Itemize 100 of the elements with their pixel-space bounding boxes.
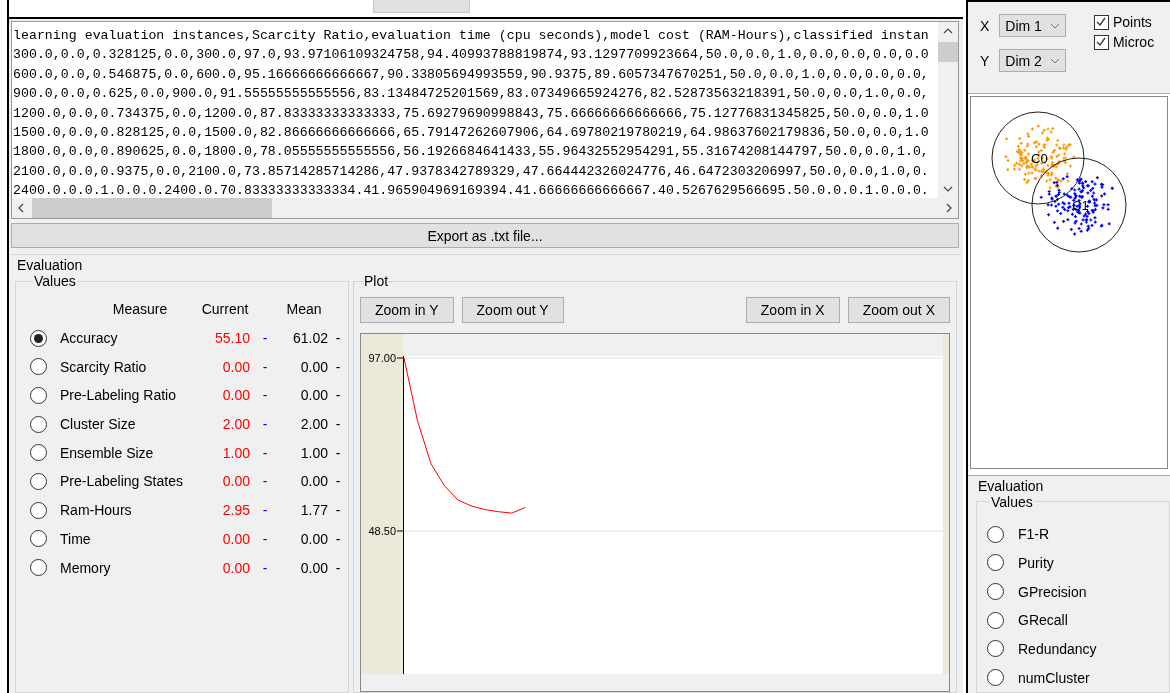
radio-button[interactable] [30,530,47,548]
export-button[interactable]: Export as .txt file... [11,223,959,248]
measure-label: Pre-Labeling Ratio [60,387,177,404]
group-title: Plot [363,273,390,289]
y-tick-label: 48.50 [368,525,396,537]
checkbox[interactable] [1093,14,1109,30]
current-value: 2.95 [221,502,250,519]
checkbox-label: Microc [1112,34,1155,50]
radio-button[interactable] [987,554,1004,572]
mean-value: 0.00 [299,530,328,547]
group-title: Values [990,493,1034,510]
mean-value: 1.00 [299,444,328,461]
mean-value: 0.00 [299,358,328,375]
csv-line: 300.0,0.0,0.328125,0.0,300.0,97.0,93.97106109324758,94.40993788819874,93.1297709923664,50.0,0.0,1.0,0.0,0.0,0.0,0.0 [12,46,930,65]
group-title: Values [33,273,77,289]
measure-label: Time [60,530,92,547]
separator-dash: - [261,387,269,404]
separator-dash: - [261,416,269,433]
current-value: 0.00 [221,530,250,547]
separator-dash: - [334,444,342,461]
measure-label: Ensemble Size [60,444,155,461]
mean-value: 0.00 [299,387,328,404]
measure-label: Redundancy [1018,640,1097,657]
current-value: 0.00 [221,358,250,375]
radio-button[interactable] [987,669,1004,687]
axis-label: X [980,17,990,34]
zoom-button[interactable]: Zoom out Y [461,297,564,323]
separator-dash: - [334,416,342,433]
separator-dash: - [261,473,269,490]
mean-value: 61.02 [291,330,328,347]
zoom-button[interactable]: Zoom out X [847,297,950,323]
checkbox[interactable] [1093,34,1109,50]
separator-dash: - [261,530,269,547]
separator-dash: - [334,358,342,375]
separator-dash: - [334,330,342,347]
checkbox-label: Points [1112,14,1152,30]
measure-label: Cluster Size [60,416,137,433]
separator-dash: - [334,387,342,404]
separator-dash: - [261,559,269,576]
csv-line: 1800.0,0.0,0.890625,0.0,1800.0,78.05555555555556,56.1926684641433,55.96432552954291,55.31674208144797,50.0,0.0,1.0, [12,143,930,162]
zoom-button[interactable]: Zoom in Y [360,297,454,323]
current-value: 0.00 [221,387,250,404]
radio-button[interactable] [30,472,47,490]
scroll-thumb[interactable] [938,42,958,62]
current-value: 0.00 [221,559,250,576]
csv-line: 2400.0.0.0.1.0.0.0.2400.0.70.83333333333334.41.965904969169394.41.66666666666667.40.5267629566695.50.0.0.0.1.0.0.0. [12,182,930,198]
separator-dash: - [261,444,269,461]
column-header: Measure [111,301,169,318]
dropdown[interactable]: Dim 1 [999,14,1066,37]
radio-button[interactable] [30,501,47,519]
mean-value: 0.00 [299,473,328,490]
section-title: Evaluation [16,257,84,273]
measure-label: F1-R [1018,526,1050,543]
column-header: Mean [285,301,323,318]
zoom-button[interactable]: Zoom in X [745,297,840,323]
separator-dash: - [261,502,269,519]
axis-label: Y [980,52,990,69]
dropdown[interactable]: Dim 2 [999,49,1066,72]
y-tick-label: 97.00 [368,352,396,364]
radio-button[interactable] [987,525,1004,543]
separator-dash: - [334,559,342,576]
section-title: Evaluation [977,477,1045,494]
radio-button[interactable] [987,611,1004,629]
radio-button[interactable] [30,415,47,433]
vertical-scrollbar[interactable] [938,22,958,198]
measure-label: Pre-Labeling States [60,473,184,490]
scroll-thumb[interactable] [32,198,272,218]
caret-icon [1049,22,1060,29]
measure-label: Scarcity Ratio [60,358,148,375]
separator-dash: - [261,358,269,375]
csv-line: 1200.0,0.0,0.734375,0.0,1200.0,87.83333333333333,75.69279690998843,75.66666666666666,75.12776831345825,50.0,0.0,1.0 [12,104,930,123]
radio-button[interactable] [987,583,1004,601]
measure-label: Ram-Hours [60,502,133,519]
radio-button[interactable] [30,386,47,404]
radio-button[interactable] [30,559,47,577]
output-text-area[interactable] [11,21,959,219]
mean-value: 0.00 [299,559,328,576]
measure-label: Purity [1018,554,1054,571]
radio-button[interactable] [987,640,1004,658]
measure-label: GPrecision [1018,583,1087,600]
measure-label: Accuracy [60,330,119,347]
measure-label: numCluster [1018,669,1090,686]
current-value: 2.00 [221,416,250,433]
mean-value: 2.00 [299,416,328,433]
csv-line: 1500.0,0.0,0.828125,0.0,1500.0,82.86666666666666,65.79147262607906,64.69780219780219,64.98637602179836,50.0,0.0,1.0 [12,124,930,143]
csv-line: 600.0,0.0,0.546875,0.0,600.0,95.16666666666667,90.33805694993559,90.9375,89.6057347670251,50.0,0.0,1.0,0.0,0.0,0.0, [12,65,930,84]
radio-button[interactable] [30,329,47,347]
radio-button[interactable] [30,444,47,462]
horizontal-scrollbar[interactable] [12,198,958,218]
radio-button[interactable] [30,358,47,376]
separator-dash: - [261,330,269,347]
csv-line: 2100.0,0.0,0.9375,0.0,2100.0,73.85714285714286,47.9378342789329,47.664442326024776,46.6472303206997,50.0,0.0,1.0,0. [12,162,930,181]
separator-dash: - [334,502,342,519]
csv-line: 900.0,0.0,0.625,0.0,900.0,91.55555555555556,83.13484725201569,83.07349665924276,82.52873563218391,50.0,0.0,1.0,0.0, [12,85,930,104]
measure-label: Memory [60,559,112,576]
current-value: 0.00 [221,473,250,490]
csv-line: learning evaluation instances,Scarcity Ratio,evaluation time (cpu seconds),model cost (RAM-Hours),classified instan [12,27,930,45]
measure-label: GRecall [1018,612,1068,629]
separator-dash: - [334,473,342,490]
column-header: Current [200,301,250,318]
